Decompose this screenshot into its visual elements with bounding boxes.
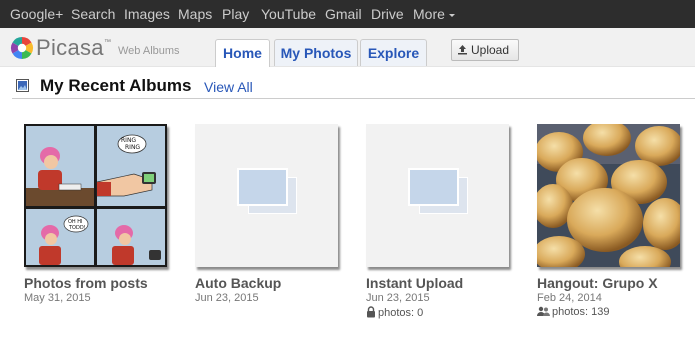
album-title-hangout[interactable]: Hangout: Grupo X: [537, 275, 658, 291]
picasa-wordmark[interactable]: Picasa: [36, 36, 104, 60]
gbar-more-label: More: [413, 6, 445, 22]
section-divider: [12, 98, 695, 99]
placeholder-photo-icon: [408, 168, 459, 206]
lock-icon: [367, 306, 375, 318]
album-photo-count: photos: 139: [537, 306, 610, 319]
chevron-down-icon: [448, 13, 455, 17]
gbar-drive[interactable]: Drive: [371, 6, 404, 22]
album-thumbnail-hangout[interactable]: [533, 120, 687, 278]
album-section-icon: [16, 79, 29, 92]
svg-text:TODD!: TODD!: [68, 225, 86, 231]
upload-icon: [458, 45, 467, 55]
gbar-gmail[interactable]: Gmail: [325, 6, 362, 22]
gbar-maps[interactable]: Maps: [178, 6, 212, 22]
album-thumbnail-photos-from-posts[interactable]: RING RING OH HI TODD!: [24, 124, 167, 267]
people-icon: [537, 306, 550, 316]
section-title: My Recent Albums: [40, 76, 192, 95]
album-photo-count: photos: 0: [366, 306, 423, 320]
album-title-instant-upload[interactable]: Instant Upload: [366, 275, 463, 291]
album-date: Feb 24, 2014: [537, 292, 602, 304]
album-thumbnail-auto-backup[interactable]: [195, 124, 338, 267]
tab-explore[interactable]: Explore: [360, 39, 427, 66]
gbar-google-plus[interactable]: Google+: [10, 6, 63, 22]
album-date: Jun 23, 2015: [366, 292, 430, 304]
upload-button-label: Upload: [471, 43, 510, 57]
svg-text:RING: RING: [121, 137, 136, 144]
upload-button[interactable]: Upload: [451, 39, 519, 61]
view-all-link[interactable]: View All: [204, 79, 253, 95]
album-title-photos-from-posts[interactable]: Photos from posts: [24, 275, 148, 291]
comic-thumbnail: RING RING OH HI TODD!: [24, 124, 167, 267]
web-albums-subtitle: Web Albums: [118, 45, 180, 57]
tab-home[interactable]: Home: [215, 39, 270, 67]
album-date: Jun 23, 2015: [195, 292, 259, 304]
trademark-symbol: ™: [104, 39, 111, 46]
bread-rolls-photo: [533, 120, 687, 278]
google-bar: Google+ Search Images Maps Play YouTube …: [0, 0, 695, 28]
gbar-images[interactable]: Images: [124, 6, 170, 22]
gbar-play[interactable]: Play: [222, 6, 249, 22]
album-photo-count-text: photos: 139: [552, 306, 610, 318]
album-title-auto-backup[interactable]: Auto Backup: [195, 275, 281, 291]
album-thumbnail-instant-upload[interactable]: [366, 124, 509, 267]
placeholder-photo-icon: [237, 168, 288, 206]
tab-my-photos[interactable]: My Photos: [274, 39, 358, 66]
gbar-youtube[interactable]: YouTube: [261, 6, 316, 22]
svg-text:RING: RING: [125, 144, 140, 151]
gbar-search[interactable]: Search: [71, 6, 115, 22]
gbar-more[interactable]: More: [413, 6, 455, 22]
picasa-logo-icon[interactable]: [10, 36, 34, 60]
album-date: May 31, 2015: [24, 292, 91, 304]
album-photo-count-text: photos: 0: [378, 307, 424, 319]
